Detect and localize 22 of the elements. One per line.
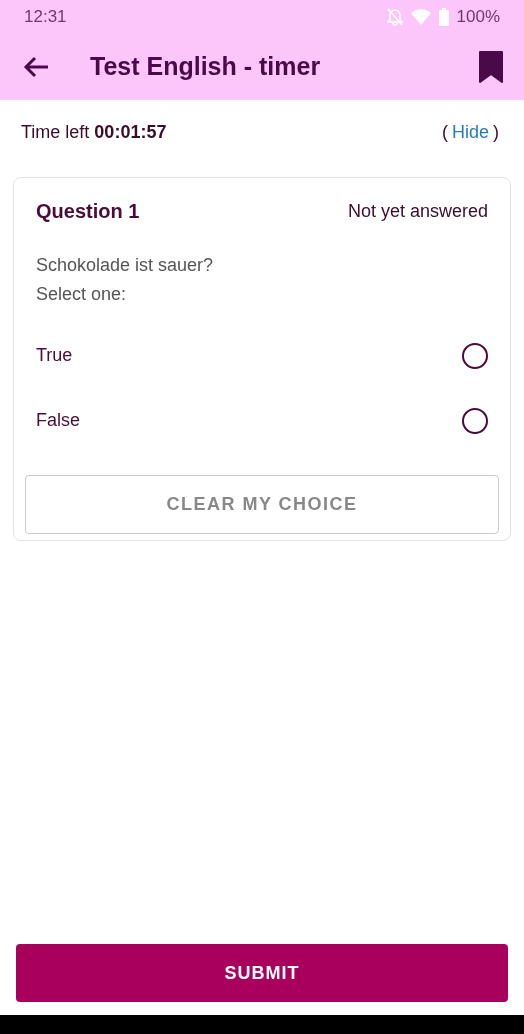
bell-off-icon — [386, 7, 403, 26]
bookmark-button[interactable] — [478, 49, 504, 84]
open-paren: ( — [441, 122, 448, 142]
radio-button[interactable] — [462, 407, 488, 434]
question-text: Schokolade ist sauer? — [35, 255, 215, 276]
radio-button[interactable] — [462, 342, 488, 369]
select-prompt: Select one: — [35, 284, 128, 305]
submit-button[interactable]: SUBMIT — [16, 944, 508, 1002]
clear-choice-button[interactable]: CLEAR MY CHOICE — [25, 475, 499, 534]
battery-percent: 100% — [456, 6, 500, 27]
status-time: 12:31 — [24, 6, 67, 27]
wifi-icon — [410, 8, 431, 25]
battery-icon — [438, 7, 449, 26]
option-label: True — [36, 345, 73, 366]
close-paren: ) — [493, 122, 499, 142]
option-label: False — [36, 410, 80, 431]
hide-link[interactable]: Hide — [451, 122, 489, 142]
question-state: Not yet answered — [347, 201, 488, 222]
question-title: Question 1 — [36, 200, 140, 223]
time-left: Time left 00:01:57 — [21, 122, 167, 143]
back-button[interactable] — [22, 54, 50, 79]
app-title: Test English - timer — [90, 52, 322, 81]
